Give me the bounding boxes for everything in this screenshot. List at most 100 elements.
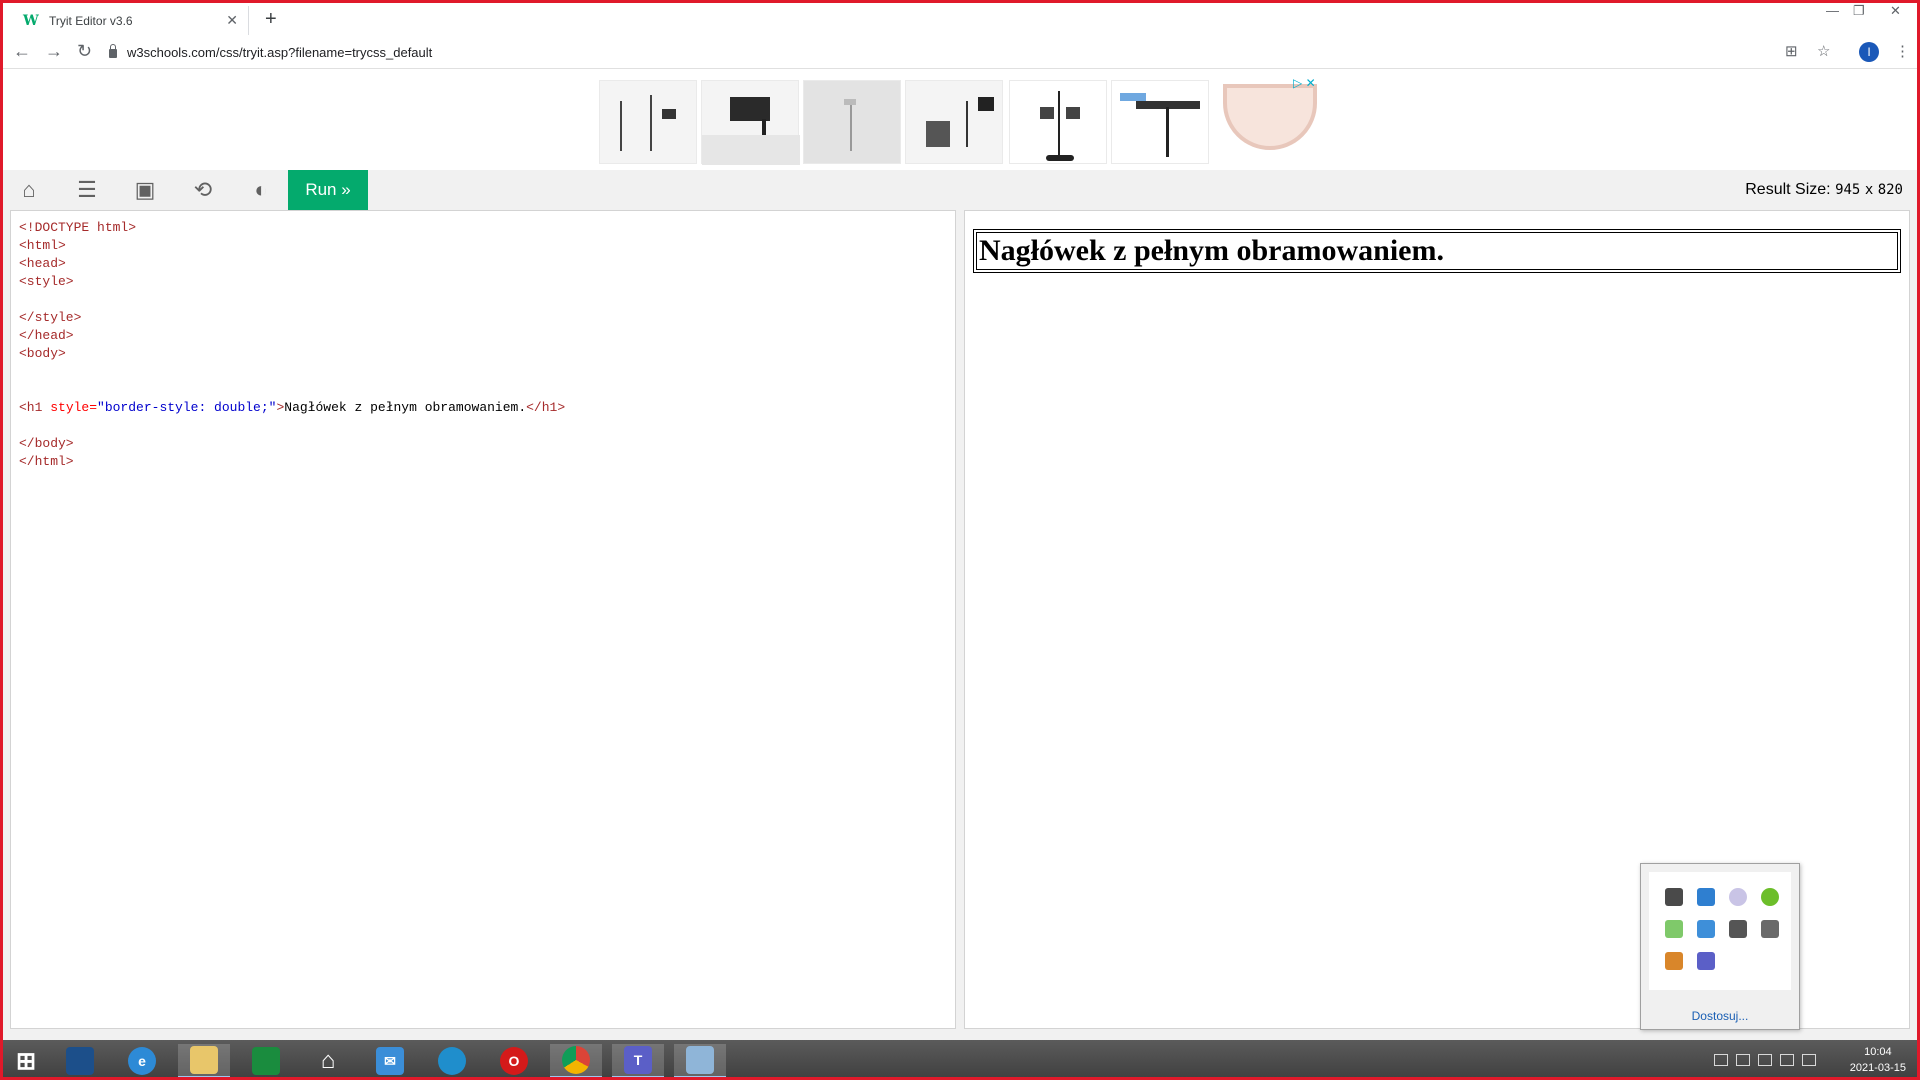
tray-overflow-popup: Dostosuj... [1640, 863, 1800, 1030]
signal-icon[interactable] [1780, 1054, 1794, 1066]
close-tab-icon[interactable]: ✕ [226, 12, 238, 29]
result-height: 820 [1877, 182, 1903, 198]
taskbar-app-store[interactable] [240, 1044, 292, 1078]
ad-banner: ▷ ✕ [3, 70, 1917, 170]
code-line: <head> [19, 256, 66, 271]
clock-time: 10:04 [1864, 1046, 1892, 1058]
back-arrow-icon[interactable]: ← [13, 41, 31, 62]
reload-icon[interactable]: ↻ [77, 41, 92, 62]
home-icon: ⌂ [320, 1047, 336, 1074]
customize-link[interactable]: Dostosuj... [1641, 1009, 1799, 1023]
result-size-separator: x [1864, 182, 1874, 198]
edge-icon [438, 1047, 466, 1075]
code-editor[interactable]: <!DOCTYPE html> <html> <head> <style> </… [10, 210, 956, 1029]
power-icon[interactable] [1736, 1054, 1750, 1066]
taskbar-app-ie[interactable]: e [116, 1044, 168, 1078]
printer-icon[interactable] [1761, 920, 1779, 938]
ad-image-1[interactable] [599, 80, 697, 164]
taskbar-app-explorer[interactable] [178, 1044, 230, 1078]
taskbar-app-mail[interactable]: ✉ [364, 1044, 416, 1078]
clock-date: 2021-03-15 [1849, 1062, 1906, 1074]
dropbox-icon[interactable] [1697, 920, 1715, 938]
code-line: <!DOCTYPE html> [19, 220, 137, 235]
browser-tab[interactable]: W Tryit Editor v3.6 ✕ [11, 6, 249, 35]
network-icon[interactable] [1758, 1054, 1772, 1066]
url-text: w3schools.com/css/tryit.asp?filename=try… [127, 44, 433, 60]
forward-arrow-icon[interactable]: → [45, 41, 63, 62]
notepad-icon [686, 1046, 714, 1074]
volume-icon[interactable] [1802, 1054, 1816, 1066]
new-tab-icon[interactable]: + [265, 8, 277, 31]
rotate-icon[interactable]: ⟲ [189, 178, 217, 202]
teams-icon[interactable] [1697, 952, 1715, 970]
result-heading: Nagłówek z pełnym obramowaniem. [973, 229, 1901, 273]
store-icon [252, 1047, 280, 1075]
ad-image-7[interactable] [1223, 84, 1317, 150]
opera-icon: O [500, 1047, 528, 1075]
run-button[interactable]: Run » [288, 170, 368, 210]
taskbar-app-home[interactable]: ⌂ [302, 1044, 354, 1078]
security-check-icon[interactable] [1665, 920, 1683, 938]
window-close-icon[interactable]: ✕ [1890, 3, 1901, 19]
result-size: Result Size: 945 x 820 [1745, 181, 1903, 199]
tray-icon-grid [1649, 872, 1791, 990]
hamburger-menu-icon[interactable]: ☰ [73, 178, 101, 202]
taskbar-app-edge[interactable] [426, 1044, 478, 1078]
code-line: <html> [19, 238, 66, 253]
editor-workarea: <!DOCTYPE html> <html> <head> <style> </… [3, 210, 1917, 1040]
contrast-icon[interactable]: ◐ [247, 178, 275, 202]
show-hidden-icons-icon[interactable] [1714, 1054, 1728, 1066]
network-app-icon[interactable] [1697, 888, 1715, 906]
utility-icon[interactable] [1729, 920, 1747, 938]
ad-image-3[interactable] [803, 80, 901, 164]
system-clock[interactable]: 10:04 2021-03-15 [1850, 1044, 1906, 1076]
paint-app-icon[interactable] [1729, 888, 1747, 906]
result-size-label: Result Size: [1745, 181, 1831, 198]
ad-image-2[interactable] [701, 80, 800, 165]
result-width: 945 [1835, 182, 1861, 198]
profile-avatar[interactable]: I [1859, 42, 1879, 62]
home-icon[interactable]: ⌂ [15, 178, 43, 202]
w3schools-favicon-icon: W [23, 12, 39, 29]
ad-image-5[interactable] [1009, 80, 1107, 164]
restore-icon[interactable]: ❐ [1853, 3, 1865, 19]
tab-strip: W Tryit Editor v3.6 ✕ + — ❐ ✕ [3, 3, 1917, 35]
address-bar[interactable]: w3schools.com/css/tryit.asp?filename=try… [109, 39, 1789, 65]
taskbar-app-chrome[interactable] [550, 1044, 602, 1078]
ad-close-icon[interactable]: ▷ ✕ [1293, 76, 1316, 90]
monitor-icon[interactable] [1665, 888, 1683, 906]
code-line: </head> [19, 328, 74, 343]
windows-logo-icon: ⊞ [15, 1047, 37, 1075]
minimize-icon[interactable]: — [1826, 3, 1839, 18]
code-line: </html> [19, 454, 74, 469]
ad-image-4[interactable] [905, 80, 1003, 164]
save-icon[interactable]: ▣ [131, 178, 159, 202]
translate-icon[interactable]: ⊞ [1785, 42, 1798, 60]
taskbar-app-notes[interactable] [674, 1044, 726, 1078]
taskbar-app-lenovo[interactable] [54, 1044, 106, 1078]
star-icon[interactable]: ☆ [1817, 42, 1830, 60]
browser-toolbar: ← → ↻ w3schools.com/css/tryit.asp?filena… [3, 35, 1917, 69]
code-line-h1: <h1 style="border-style: double;">Nagłów… [19, 400, 566, 415]
update-icon[interactable] [1761, 888, 1779, 906]
start-button[interactable]: ⊞ [0, 1044, 52, 1078]
taskbar-app-teams[interactable]: T [612, 1044, 664, 1078]
code-line: </style> [19, 310, 82, 325]
teams-icon: T [624, 1046, 652, 1074]
taskbar: ⊞ e ⌂ ✉ O T 10:04 2021-03-15 [0, 1040, 1920, 1080]
archive-icon[interactable] [1665, 952, 1683, 970]
code-line: <body> [19, 346, 66, 361]
chrome-icon [562, 1046, 590, 1074]
tab-title: Tryit Editor v3.6 [49, 13, 133, 28]
ad-image-6[interactable] [1111, 80, 1209, 164]
lenovo-icon [66, 1047, 94, 1075]
kebab-menu-icon[interactable]: ⋮ [1895, 42, 1910, 60]
lock-icon [109, 43, 117, 58]
taskbar-app-opera[interactable]: O [488, 1044, 540, 1078]
folder-icon [190, 1046, 218, 1074]
code-line: <style> [19, 274, 74, 289]
